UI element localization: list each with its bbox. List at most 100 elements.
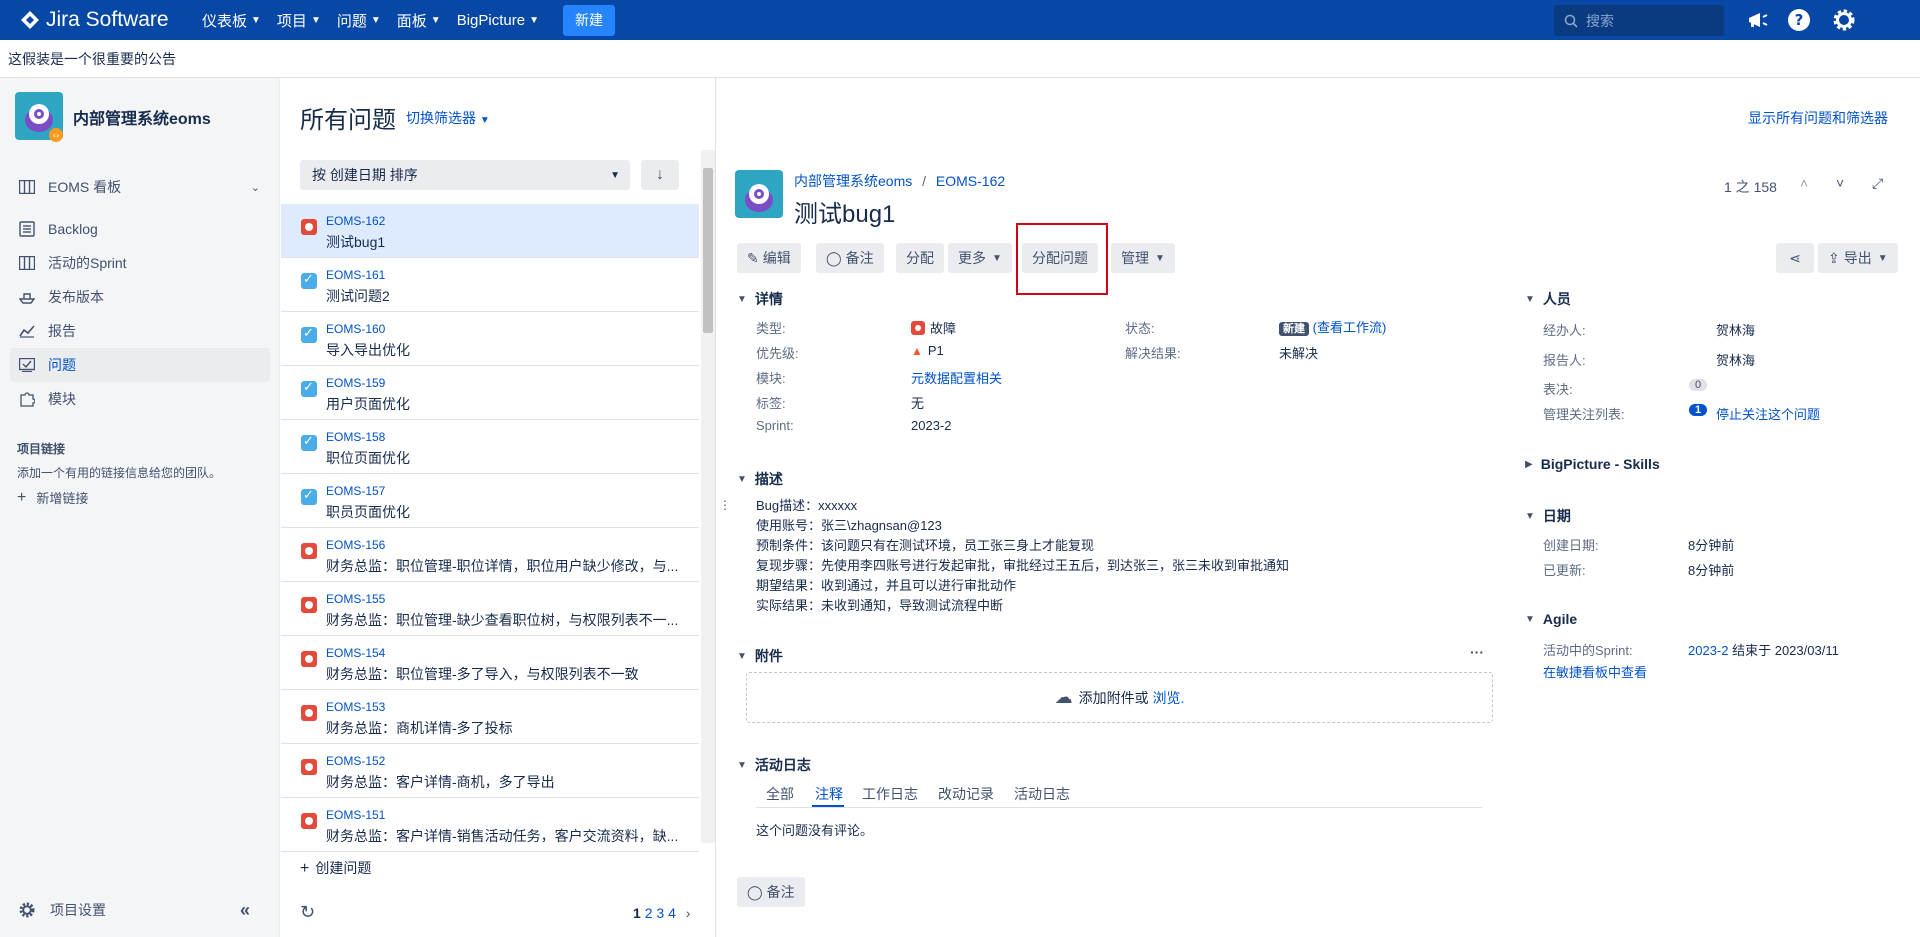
stop-watching-link[interactable]: 停止关注这个问题 xyxy=(1716,404,1820,423)
page-4[interactable]: 4 xyxy=(668,905,676,921)
next-page-icon[interactable]: › xyxy=(686,905,691,921)
issue-list-row[interactable]: ✓ EOMS-158 职位页面优化 xyxy=(281,420,699,474)
add-comment-button[interactable]: ◯ 备注 xyxy=(737,877,805,907)
watchers-badge[interactable]: 1 xyxy=(1689,404,1708,416)
next-issue-icon[interactable]: ˅ xyxy=(1836,175,1844,191)
sidebar-board-selector[interactable]: EOMS 看板 ⌄ xyxy=(10,170,270,204)
arrow-down-icon: ↓ xyxy=(656,166,664,183)
attachments-section-toggle[interactable]: ▼ 附件 xyxy=(737,646,783,666)
issue-list-row[interactable]: EOMS-151 财务总监：客户详情-销售活动任务，客户交流资料，缺... xyxy=(281,798,699,852)
issue-list-row[interactable]: EOMS-152 财务总监：客户详情-商机，多了导出 xyxy=(281,744,699,798)
expand-icon[interactable]: ⤢ xyxy=(1872,175,1883,192)
people-section-toggle[interactable]: ▼ 人员 xyxy=(1525,289,1571,309)
page-2[interactable]: 2 xyxy=(645,905,653,921)
assignee-value[interactable]: 贺林海 xyxy=(1716,320,1755,339)
sort-direction-button[interactable]: ↓ xyxy=(641,160,679,190)
issue-key[interactable]: EOMS-154 xyxy=(326,646,385,660)
issue-key[interactable]: EOMS-156 xyxy=(326,538,385,552)
issue-key[interactable]: EOMS-155 xyxy=(326,592,385,606)
issue-list-row[interactable]: ✓ EOMS-159 用户页面优化 xyxy=(281,366,699,420)
switch-filter-dropdown[interactable]: 切换筛选器 ▼ xyxy=(406,108,490,128)
list-scrollbar-thumb[interactable] xyxy=(703,168,713,333)
issue-list-row[interactable]: ✓ EOMS-160 导入导出优化 xyxy=(281,312,699,366)
nav-bigpicture[interactable]: BigPicture ▼ xyxy=(457,12,539,29)
comment-button[interactable]: ◯ 备注 xyxy=(816,243,884,273)
project-settings-link[interactable]: 项目设置 xyxy=(18,900,106,920)
active-sprint-link[interactable]: 2023-2 xyxy=(1688,643,1728,658)
component-link[interactable]: 元数据配置相关 xyxy=(911,368,1002,387)
sidebar-item-components[interactable]: 模块 xyxy=(10,382,270,416)
export-button[interactable]: ⇪ 导出 ▼ xyxy=(1818,243,1898,273)
more-button[interactable]: 更多 ▼ xyxy=(948,243,1012,273)
sidebar-item-backlog[interactable]: Backlog xyxy=(10,212,270,246)
previous-issue-icon[interactable]: ˄ xyxy=(1800,175,1808,191)
bigpicture-section-toggle[interactable]: ▶ BigPicture - Skills xyxy=(1525,456,1660,472)
refresh-icon[interactable]: ↻ xyxy=(300,902,315,923)
details-section-toggle[interactable]: ▼ 详情 xyxy=(737,289,783,309)
page-3[interactable]: 3 xyxy=(656,905,664,921)
edit-button[interactable]: ✎ 编辑 xyxy=(737,243,801,273)
issue-list-row[interactable]: EOMS-155 财务总监：职位管理-缺少查看职位树，与权限列表不一... xyxy=(281,582,699,636)
issue-list-row[interactable]: ✓ EOMS-161 测试问题2 xyxy=(281,258,699,312)
issue-list-row[interactable]: EOMS-153 财务总监：商机详情-多了投标 xyxy=(281,690,699,744)
tab-history[interactable]: 改动记录 xyxy=(938,784,994,804)
issue-key[interactable]: EOMS-162 xyxy=(326,214,385,228)
share-icon[interactable]: ⋖ xyxy=(1776,243,1814,273)
issue-list-row[interactable]: ✓ EOMS-157 职员页面优化 xyxy=(281,474,699,528)
add-link-button[interactable]: + 新增链接 xyxy=(17,488,88,507)
help-icon[interactable]: ? xyxy=(1787,8,1811,35)
people-heading: 人员 xyxy=(1542,291,1571,307)
more-options-icon[interactable]: ··· xyxy=(1470,644,1484,660)
sidebar-item-issues[interactable]: 问题 xyxy=(10,348,270,382)
reporter-value[interactable]: 贺林海 xyxy=(1716,350,1755,369)
description-section-toggle[interactable]: ▼ 描述 xyxy=(737,469,783,489)
votes-badge[interactable]: 0 xyxy=(1689,379,1708,391)
tab-worklog[interactable]: 工作日志 xyxy=(862,784,918,804)
issue-list-row[interactable]: EOMS-154 财务总监：职位管理-多了导入，与权限列表不一致 xyxy=(281,636,699,690)
issue-list-row[interactable]: EOMS-162 测试bug1 xyxy=(281,204,699,258)
dates-section-toggle[interactable]: ▼ 日期 xyxy=(1525,506,1571,526)
assign-button[interactable]: 分配 xyxy=(896,243,944,273)
attachment-dropzone[interactable]: ☁ 添加附件或 浏览. xyxy=(746,672,1493,723)
issue-key[interactable]: EOMS-159 xyxy=(326,376,385,390)
issue-key[interactable]: EOMS-152 xyxy=(326,754,385,768)
jira-logo[interactable]: Jira Software xyxy=(20,8,202,32)
view-on-board-link[interactable]: 在敏捷看板中查看 xyxy=(1543,662,1647,681)
sidebar-item-releases[interactable]: 发布版本 xyxy=(10,280,270,314)
issue-key[interactable]: EOMS-158 xyxy=(326,430,385,444)
project-settings-label: 项目设置 xyxy=(50,902,106,918)
issue-key[interactable]: EOMS-161 xyxy=(326,268,385,282)
breadcrumb-issue-key[interactable]: EOMS-162 xyxy=(936,173,1005,189)
issue-list-row[interactable]: EOMS-156 财务总监：职位管理-职位详情，职位用户缺少修改，与... xyxy=(281,528,699,582)
tab-activity[interactable]: 活动日志 xyxy=(1014,784,1070,804)
issue-key[interactable]: EOMS-151 xyxy=(326,808,385,822)
settings-gear-icon[interactable] xyxy=(1832,8,1856,35)
megaphone-icon[interactable] xyxy=(1746,8,1770,35)
export-icon: ⇪ xyxy=(1828,249,1840,266)
breadcrumb-project[interactable]: 内部管理系统eoms xyxy=(794,173,912,189)
view-workflow-link[interactable]: (查看工作流) xyxy=(1313,320,1387,335)
issue-key[interactable]: EOMS-157 xyxy=(326,484,385,498)
search-input[interactable]: 搜索 xyxy=(1554,5,1724,36)
activity-section-toggle[interactable]: ▼ 活动日志 xyxy=(737,755,811,775)
page-1[interactable]: 1 xyxy=(633,905,641,921)
issue-key[interactable]: EOMS-153 xyxy=(326,700,385,714)
sidebar-item-active-sprint[interactable]: 活动的Sprint xyxy=(10,246,270,280)
sort-selector[interactable]: 按 创建日期 排序 ▼ xyxy=(300,160,630,190)
nav-boards[interactable]: 面板 ▼ xyxy=(397,10,441,31)
sidebar-item-reports[interactable]: 报告 xyxy=(10,314,270,348)
create-issue-button[interactable]: + 创建问题 xyxy=(300,858,371,878)
nav-issues[interactable]: 问题 ▼ xyxy=(337,10,381,31)
issue-key[interactable]: EOMS-160 xyxy=(326,322,385,336)
manage-button[interactable]: 管理 ▼ xyxy=(1111,243,1175,273)
nav-dashboards[interactable]: 仪表板 ▼ xyxy=(202,10,261,31)
project-header[interactable]: ‹› 内部管理系统eoms xyxy=(15,92,211,142)
issue-title[interactable]: 测试bug1 xyxy=(794,194,895,229)
tab-comments[interactable]: 注释 xyxy=(815,784,843,804)
tab-all[interactable]: 全部 xyxy=(766,784,794,804)
nav-projects[interactable]: 项目 ▼ xyxy=(277,10,321,31)
agile-section-toggle[interactable]: ▼ Agile xyxy=(1525,611,1577,627)
create-button[interactable]: 新建 xyxy=(562,4,615,36)
collapse-sidebar-icon[interactable]: « xyxy=(240,900,250,921)
browse-link[interactable]: 浏览. xyxy=(1153,688,1185,708)
